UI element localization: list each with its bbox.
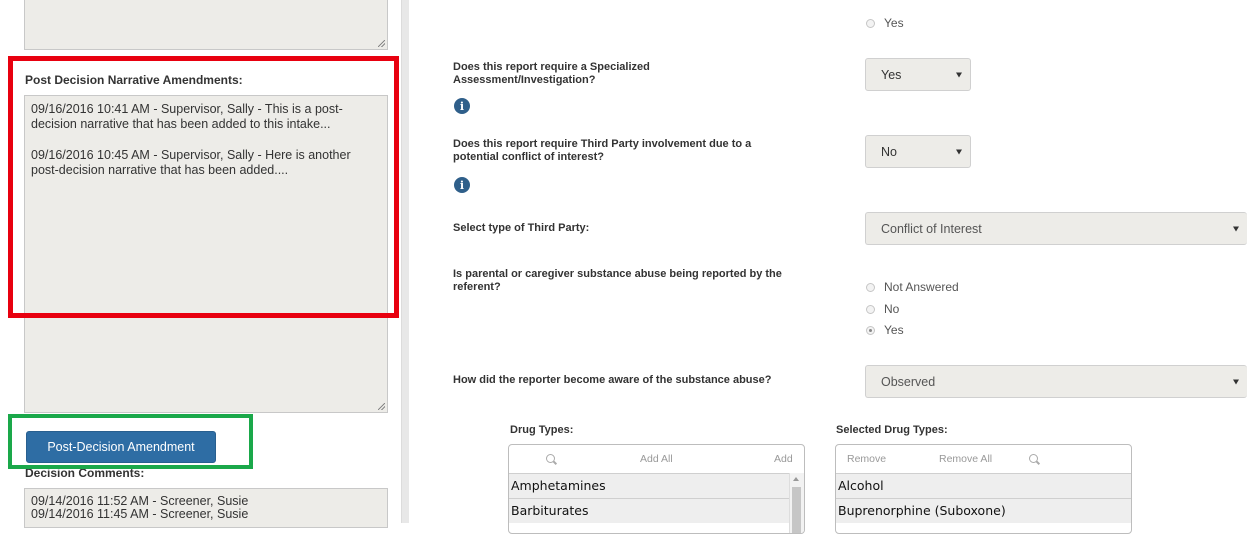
radio-yes[interactable]: Yes (866, 323, 904, 337)
drug-types-listbox[interactable]: Add All Add Amphetamines Barbiturates (508, 444, 805, 534)
third-party-question: Does this report require Third Party inv… (453, 138, 752, 163)
selected-drug-types-toolbar: Remove Remove All (836, 445, 1131, 473)
caret-down-icon (1233, 379, 1239, 384)
resize-grip-icon[interactable] (378, 40, 385, 47)
third-party-select-value: No (881, 144, 897, 159)
info-icon[interactable]: i (454, 177, 470, 193)
caret-down-icon (956, 72, 962, 77)
radio-checked-icon[interactable] (866, 325, 875, 335)
radio-label: Yes (884, 323, 904, 337)
previous-narrative-textarea[interactable] (24, 0, 388, 50)
third-party-type-value: Conflict of Interest (881, 221, 982, 236)
caret-down-icon (956, 149, 962, 154)
third-party-type-question: Select type of Third Party: (453, 222, 590, 234)
radio-icon[interactable] (866, 282, 875, 292)
awareness-question: How did the reporter become aware of the… (453, 374, 772, 386)
column-divider (401, 0, 409, 523)
selected-drug-types-listbox[interactable]: Remove Remove All Alcohol Buprenorphine … (835, 444, 1132, 534)
radio-no[interactable]: No (866, 302, 899, 316)
left-column: Post Decision Narrative Amendments: 09/1… (0, 0, 401, 528)
info-icon[interactable]: i (454, 98, 470, 114)
highlight-green-box (8, 414, 253, 469)
search-icon[interactable] (1029, 454, 1038, 463)
specialized-question: Does this report require a Specialized A… (453, 61, 650, 86)
top-radio-yes[interactable]: Yes (866, 16, 904, 30)
search-icon[interactable] (546, 454, 555, 463)
third-party-select[interactable]: No (865, 135, 971, 168)
remove-button[interactable]: Remove (847, 453, 886, 465)
scroll-thumb[interactable] (792, 487, 801, 533)
radio-label: Yes (884, 16, 904, 30)
decision-comment-entry: 09/14/2016 11:45 AM - Screener, Susie (31, 507, 249, 521)
radio-icon[interactable] (866, 18, 875, 28)
list-item[interactable]: Buprenorphine (Suboxone) (836, 498, 1131, 523)
radio-label: Not Answered (884, 280, 959, 294)
awareness-value: Observed (881, 374, 936, 389)
add-button[interactable]: Add (774, 453, 793, 465)
highlight-red-box (8, 56, 399, 318)
substance-abuse-question: Is parental or caregiver substance abuse… (453, 268, 782, 293)
scrollbar[interactable] (789, 473, 804, 533)
radio-label: No (884, 302, 900, 316)
decision-comments-textarea[interactable]: 09/14/2016 11:52 AM - Screener, Susie 09… (24, 488, 388, 528)
list-item[interactable]: Alcohol (836, 473, 1131, 498)
list-item[interactable]: Barbiturates (509, 498, 804, 523)
radio-not-answered[interactable]: Not Answered (866, 280, 959, 294)
awareness-select[interactable]: Observed (865, 365, 1247, 398)
scroll-up-icon[interactable] (793, 477, 799, 481)
list-item[interactable]: Amphetamines (509, 473, 804, 498)
drug-types-label: Drug Types: (510, 424, 574, 436)
add-all-button[interactable]: Add All (640, 453, 673, 465)
selected-drug-types-label: Selected Drug Types: (836, 424, 948, 436)
caret-down-icon (1233, 226, 1239, 231)
resize-grip-icon[interactable] (378, 403, 385, 410)
remove-all-button[interactable]: Remove All (939, 453, 992, 465)
specialized-select[interactable]: Yes (865, 58, 971, 91)
specialized-select-value: Yes (881, 67, 902, 82)
drug-types-toolbar: Add All Add (509, 445, 804, 473)
radio-icon[interactable] (866, 304, 875, 314)
third-party-type-select[interactable]: Conflict of Interest (865, 212, 1247, 245)
